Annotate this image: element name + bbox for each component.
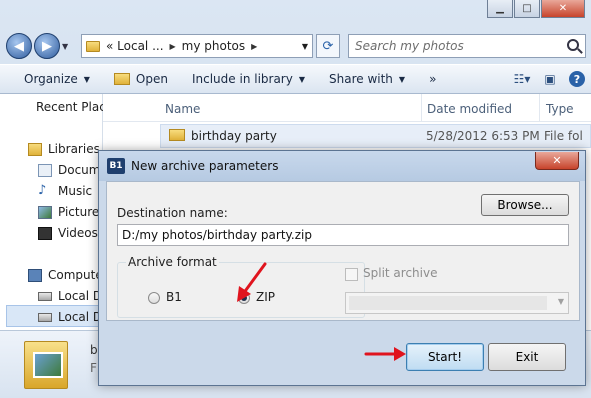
chevron-right-icon[interactable]: ▶ xyxy=(170,42,176,51)
more-commands-button[interactable]: » xyxy=(417,65,448,93)
help-icon[interactable]: ? xyxy=(569,71,585,87)
destination-field[interactable] xyxy=(117,224,569,246)
recent-pages-dropdown[interactable]: ▼ xyxy=(62,42,74,51)
file-date: 5/28/2012 6:53 PM xyxy=(426,129,540,143)
column-name[interactable]: Name xyxy=(165,102,200,116)
nav-label: Local D xyxy=(58,310,103,324)
more-label: » xyxy=(429,72,437,86)
browse-button[interactable]: Browse... xyxy=(481,194,569,216)
chevron-down-icon: ▼ xyxy=(83,74,90,84)
chevron-down-icon: ▼ xyxy=(298,74,305,84)
navigation-pane: Recent Places Libraries Docum ♪ Music Pi… xyxy=(0,94,119,330)
nav-label: Compute xyxy=(48,268,103,282)
address-bar[interactable]: « Local ... ▶ my photos ▶ ▼ xyxy=(81,34,313,58)
radio-b1-label[interactable]: B1 xyxy=(166,290,182,304)
split-size-value xyxy=(349,296,547,310)
column-divider[interactable] xyxy=(539,94,540,122)
radio-b1[interactable] xyxy=(148,292,160,304)
nav-item-music[interactable]: ♪ Music xyxy=(38,182,93,199)
destination-label: Destination name: xyxy=(117,206,228,220)
nav-label: Music xyxy=(58,184,93,198)
minimize-button[interactable]: ▁ xyxy=(487,0,513,18)
nav-label: Libraries xyxy=(48,142,100,156)
organize-menu[interactable]: Organize ▼ xyxy=(0,65,102,93)
archive-format-group: Archive format B1 ZIP xyxy=(117,255,365,318)
toolbar-right: ☷▾ ▣ ? xyxy=(513,71,585,87)
open-folder-icon xyxy=(113,73,130,85)
folder-preview-icon xyxy=(24,341,68,389)
column-date-modified[interactable]: Date modified xyxy=(427,102,512,116)
nav-item-computer[interactable]: Compute xyxy=(28,268,103,282)
close-dialog-button[interactable]: ✕ xyxy=(535,152,579,170)
maximize-button[interactable]: □ xyxy=(514,0,540,18)
file-name: birthday party xyxy=(191,129,277,143)
nav-item-pictures[interactable]: Pictures xyxy=(38,205,106,219)
details-name: b xyxy=(90,343,98,357)
nav-item-libraries[interactable]: Libraries xyxy=(28,142,100,156)
start-button[interactable]: Start! xyxy=(406,343,484,371)
view-options-icon[interactable]: ☷▾ xyxy=(513,71,531,87)
documents-icon xyxy=(38,163,52,177)
libraries-icon xyxy=(28,142,42,156)
chevron-right-icon[interactable]: ▶ xyxy=(251,42,257,51)
table-row[interactable]: birthday party 5/28/2012 6:53 PM File fo… xyxy=(160,124,591,148)
nav-item-videos[interactable]: Videos xyxy=(38,226,98,240)
search-input[interactable]: Search my photos xyxy=(348,34,586,58)
app-logo-icon: B1 xyxy=(107,158,125,174)
chevron-down-icon[interactable]: ▼ xyxy=(302,42,308,51)
dialog-title-bar[interactable]: B1 New archive parameters ✕ xyxy=(99,151,585,181)
window-controls: ▁ □ ✕ xyxy=(487,0,585,18)
search-icon[interactable] xyxy=(567,39,579,51)
new-archive-dialog: B1 New archive parameters ✕ Destination … xyxy=(98,150,586,386)
back-button[interactable]: ◀ xyxy=(6,33,32,59)
chevron-down-icon: ▼ xyxy=(398,74,406,84)
split-archive-label: Split archive xyxy=(363,266,438,280)
local-disk-icon xyxy=(38,312,52,322)
nav-item-documents[interactable]: Docum xyxy=(38,163,100,177)
music-icon: ♪ xyxy=(38,182,47,198)
open-button[interactable]: Open xyxy=(102,65,180,93)
details-type: F xyxy=(90,361,97,375)
share-with-menu[interactable]: Share with ▼ xyxy=(317,65,417,93)
open-label: Open xyxy=(135,72,168,86)
computer-icon xyxy=(28,268,42,282)
share-label: Share with xyxy=(329,72,393,86)
breadcrumb-current[interactable]: my photos xyxy=(182,39,245,53)
refresh-button[interactable]: ⟳ xyxy=(316,34,340,58)
column-type[interactable]: Type xyxy=(546,102,574,116)
exit-button[interactable]: Exit xyxy=(488,343,566,371)
nav-label: Videos xyxy=(58,226,98,240)
address-row: ◀ ▶ ▼ « Local ... ▶ my photos ▶ ▼ ⟳ Sear… xyxy=(6,32,586,60)
column-headers: Name Date modified Type xyxy=(103,94,591,122)
nav-label: Docum xyxy=(58,163,101,177)
column-divider[interactable] xyxy=(421,94,422,122)
split-archive-checkbox[interactable] xyxy=(345,268,358,281)
command-toolbar: Organize ▼ Open Include in library ▼ Sha… xyxy=(0,64,591,94)
preview-pane-icon[interactable]: ▣ xyxy=(541,71,559,87)
breadcrumb-parent[interactable]: « Local ... xyxy=(106,39,164,53)
forward-button[interactable]: ▶ xyxy=(34,33,60,59)
pictures-icon xyxy=(38,205,52,219)
dialog-title: New archive parameters xyxy=(131,159,279,173)
radio-zip[interactable] xyxy=(238,292,250,304)
archive-format-label: Archive format xyxy=(126,255,219,269)
split-size-select[interactable]: ▼ xyxy=(345,292,569,314)
nav-item-local-disk-c[interactable]: Local D xyxy=(38,289,102,303)
include-in-library-menu[interactable]: Include in library ▼ xyxy=(180,65,317,93)
videos-icon xyxy=(38,226,52,240)
organize-label: Organize xyxy=(24,72,78,86)
search-placeholder: Search my photos xyxy=(355,39,464,53)
file-type: File fol xyxy=(544,129,583,143)
folder-icon xyxy=(86,40,100,52)
radio-zip-label[interactable]: ZIP xyxy=(256,290,275,304)
nav-label: Local D xyxy=(58,289,103,303)
folder-icon xyxy=(169,129,185,141)
nav-item-local-disk-d[interactable]: Local D xyxy=(38,310,102,324)
chevron-down-icon: ▼ xyxy=(557,297,564,306)
include-label: Include in library xyxy=(191,72,293,86)
dialog-body: Destination name: Browse... Archive form… xyxy=(106,181,580,321)
local-disk-icon xyxy=(38,291,52,301)
close-window-button[interactable]: ✕ xyxy=(541,0,585,18)
